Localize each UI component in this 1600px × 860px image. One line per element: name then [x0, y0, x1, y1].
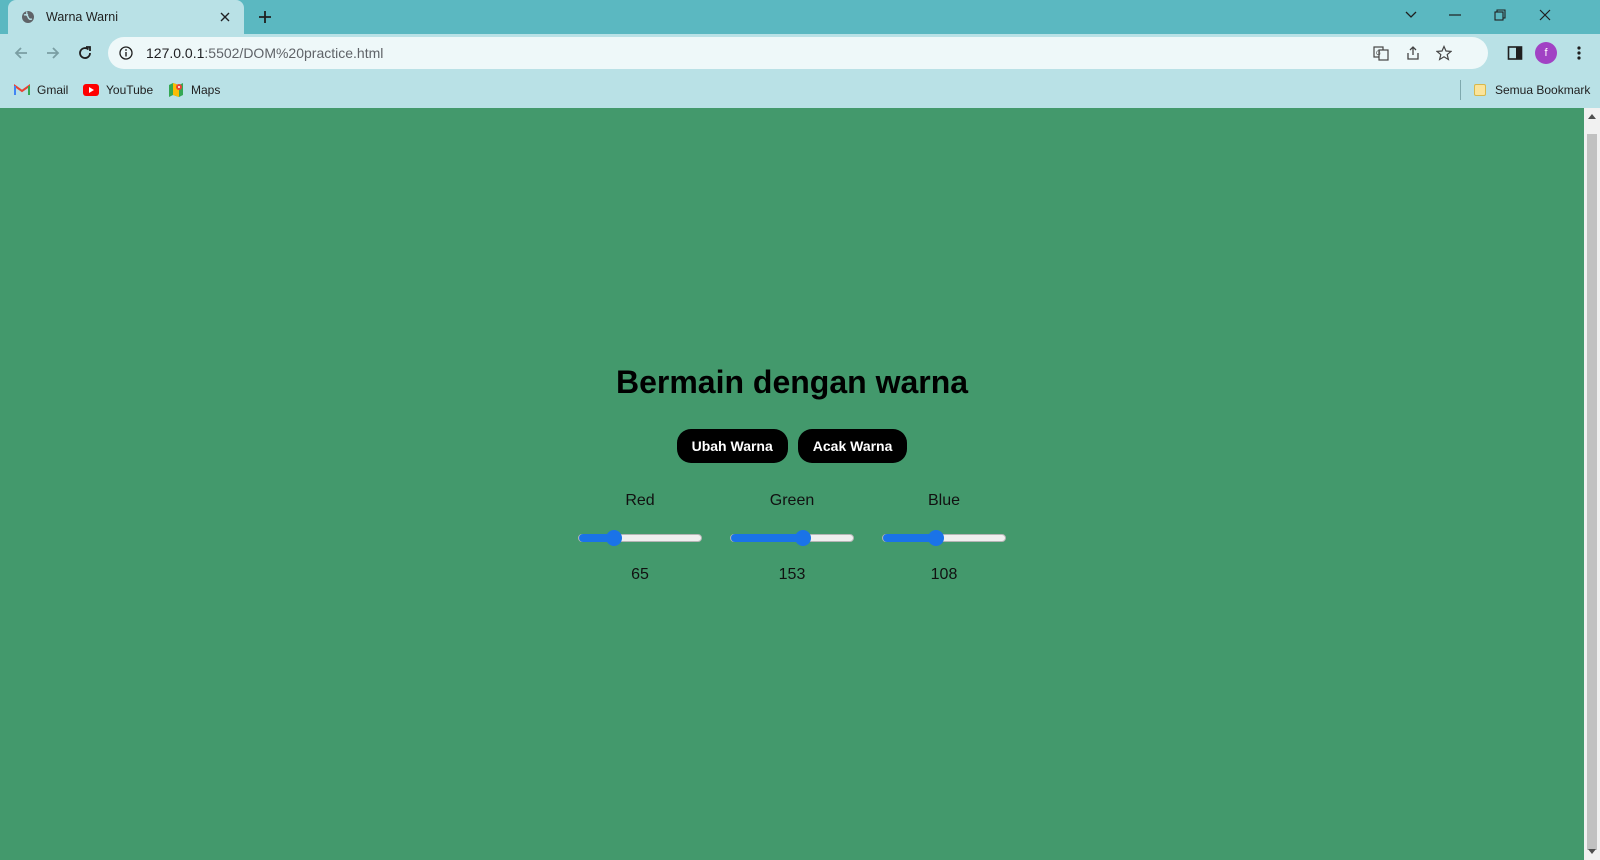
button-row: Ubah Warna Acak Warna: [0, 429, 1584, 463]
restore-icon[interactable]: [1477, 0, 1523, 30]
blue-value: 108: [930, 566, 958, 583]
maps-icon: [168, 82, 184, 98]
site-info-icon[interactable]: [118, 45, 134, 61]
page-title: Bermain dengan warna: [615, 364, 969, 400]
kebab-menu-icon[interactable]: [1569, 43, 1589, 63]
all-bookmarks[interactable]: Semua Bookmark: [1472, 81, 1590, 99]
gmail-icon: [14, 82, 30, 98]
red-slider[interactable]: [578, 530, 702, 546]
bookmark-gmail[interactable]: Gmail: [14, 81, 68, 99]
scroll-up-arrow-icon[interactable]: [1584, 108, 1600, 124]
bookmark-label: YouTube: [106, 83, 154, 97]
youtube-icon: [83, 82, 99, 98]
page-background: Bermain dengan warna Ubah Warna Acak War…: [0, 108, 1584, 860]
tab-search-chevron-icon[interactable]: [1388, 0, 1434, 30]
tab-title: Warna Warni: [46, 10, 119, 24]
green-label: Green: [769, 492, 815, 509]
change-color-button[interactable]: Ubah Warna: [676, 429, 788, 463]
green-slider-fill: [731, 534, 803, 542]
folder-icon: [1472, 82, 1488, 98]
red-slider-group: Red 65: [576, 492, 704, 584]
blue-slider-group: Blue 108: [880, 492, 1008, 584]
color-sliders: Red 65 Green 153 Blue 108: [0, 492, 1584, 584]
close-tab-icon[interactable]: [216, 8, 234, 26]
all-bookmarks-label: Semua Bookmark: [1495, 83, 1591, 97]
url-text: 127.0.0.1:5502/DOM%20practice.html: [146, 45, 384, 61]
tab-strip: Warna Warni: [0, 0, 1600, 34]
translate-icon[interactable]: G: [1372, 44, 1390, 62]
new-tab-icon[interactable]: [254, 6, 276, 28]
address-bar[interactable]: 127.0.0.1:5502/DOM%20practice.html G: [108, 37, 1488, 69]
blue-label: Blue: [927, 492, 961, 509]
scrollbar-thumb[interactable]: [1587, 134, 1597, 850]
green-slider-thumb[interactable]: [794, 530, 811, 546]
green-value: 153: [778, 566, 806, 583]
green-slider[interactable]: [730, 530, 854, 546]
bookmark-youtube[interactable]: YouTube: [83, 81, 153, 99]
page-viewport: Bermain dengan warna Ubah Warna Acak War…: [0, 108, 1584, 860]
red-value: 65: [631, 566, 649, 583]
blue-slider-thumb[interactable]: [927, 530, 944, 546]
share-icon[interactable]: [1404, 44, 1422, 62]
random-color-button[interactable]: Acak Warna: [797, 429, 908, 463]
bookmark-label: Gmail: [37, 83, 69, 97]
svg-text:G: G: [1376, 51, 1381, 57]
minimize-icon[interactable]: [1432, 0, 1478, 30]
scroll-down-arrow-icon[interactable]: [1584, 844, 1600, 860]
page-scrollbar[interactable]: [1584, 108, 1600, 860]
globe-icon: [20, 9, 36, 25]
back-arrow-icon[interactable]: [6, 38, 36, 68]
green-slider-group: Green 153: [728, 492, 856, 584]
blue-slider[interactable]: [882, 530, 1006, 546]
side-panel-icon[interactable]: [1505, 43, 1525, 63]
reload-icon[interactable]: [70, 38, 100, 68]
profile-avatar[interactable]: f: [1535, 42, 1557, 64]
close-window-icon[interactable]: [1522, 0, 1568, 30]
tab-warna-warni[interactable]: Warna Warni: [8, 0, 244, 34]
red-label: Red: [625, 492, 655, 509]
bookmarks-bar: Gmail YouTube Maps Semua Bookmark: [0, 72, 1600, 108]
bookmark-separator: [1460, 80, 1461, 100]
red-slider-thumb[interactable]: [606, 530, 623, 546]
forward-arrow-icon[interactable]: [38, 38, 68, 68]
bookmark-maps[interactable]: Maps: [168, 81, 220, 99]
browser-toolbar: 127.0.0.1:5502/DOM%20practice.html G f: [0, 34, 1600, 72]
bookmark-label: Maps: [191, 83, 221, 97]
bookmark-star-icon[interactable]: [1435, 44, 1453, 62]
